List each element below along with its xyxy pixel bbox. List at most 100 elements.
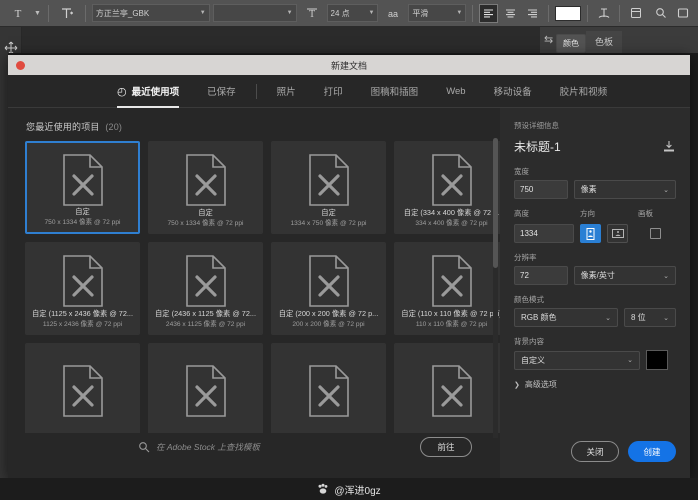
document-tab[interactable] — [22, 27, 540, 53]
chevron-down-icon: ▼ — [368, 10, 375, 16]
recent-item-card[interactable]: 自定 750 x 1334 像素 @ 72 ppi — [25, 141, 140, 234]
recent-grid: 自定 750 x 1334 像素 @ 72 ppi 自定 750 x 1334 像素 … — [8, 141, 500, 433]
background-color-swatch[interactable] — [646, 350, 668, 370]
dialog-tab-6[interactable]: 移动设备 — [480, 75, 546, 108]
dialog-titlebar: 新建文档 — [8, 55, 690, 75]
dialog-tab-0[interactable]: ◴ 最近使用项 — [103, 75, 193, 108]
divider — [548, 4, 550, 22]
photoshop-window: T ▼ 方正兰亭_GBK ▼ ▼ T 24 点 ▼ aa 平滑 ▼ ⇆ 颜色 色… — [0, 0, 698, 500]
font-family-value: 方正兰亭_GBK — [95, 8, 150, 18]
height-input[interactable]: 1334 — [514, 224, 574, 243]
bit-depth-select[interactable]: 8 位 ⌄ — [624, 308, 676, 327]
dialog-tab-1[interactable]: 已保存 — [193, 75, 250, 108]
stock-search-bar: 在 Adobe Stock 上查找模板 前往 — [8, 430, 500, 464]
recent-item-card[interactable] — [394, 343, 500, 433]
new-document-dialog: 新建文档 ◴ 最近使用项 已保存 照片 打印 图稿和插图 Web 移动设备 胶片和视频 您最近使… — [8, 55, 690, 478]
recent-item-card[interactable] — [271, 343, 386, 433]
recent-item-detail: 1125 x 2436 像素 @ 72 ppi — [42, 321, 123, 328]
dialog-title: 新建文档 — [330, 60, 367, 71]
align-left-icon[interactable] — [479, 3, 499, 23]
document-thumb-icon — [60, 252, 106, 309]
align-center-icon[interactable] — [501, 4, 520, 23]
recent-item-card[interactable]: 自定 (110 x 110 像素 @ 72 ppi) 110 x 110 像素 @… — [394, 242, 500, 335]
dialog-tab-label: 胶片和视频 — [559, 87, 608, 98]
recent-item-name: 自定 (2436 x 1125 像素 @ 72... — [155, 309, 256, 318]
dialog-tab-7[interactable]: 胶片和视频 — [546, 75, 622, 108]
background-row: 自定义 ⌄ — [514, 350, 676, 370]
recent-item-card[interactable]: 自定 (334 x 400 像素 @ 72 ... 334 x 400 像素 @ … — [394, 141, 500, 234]
warp-text-icon[interactable] — [594, 4, 613, 23]
options-bar: T ▼ 方正兰亭_GBK ▼ ▼ T 24 点 ▼ aa 平滑 ▼ — [0, 0, 698, 27]
document-thumb-icon — [306, 353, 352, 429]
workspace-icon[interactable] — [673, 4, 692, 23]
clock-icon: ◴ — [117, 85, 127, 98]
recent-item-detail: 1334 x 750 像素 @ 72 ppi — [290, 220, 367, 227]
divider — [587, 4, 589, 22]
recent-item-name: 自定 (110 x 110 像素 @ 72 ppi) — [401, 309, 500, 318]
create-button[interactable]: 创建 — [628, 441, 676, 462]
anti-alias-select[interactable]: 平滑 ▼ — [408, 4, 467, 22]
svg-text:T: T — [308, 9, 314, 19]
stock-search-input[interactable]: 在 Adobe Stock 上查找模板 — [138, 441, 412, 453]
recent-item-card[interactable] — [25, 343, 140, 433]
font-size-value: 24 点 — [330, 8, 350, 18]
anti-alias-icon: aa — [381, 4, 405, 23]
recent-item-card[interactable]: 自定 1334 x 750 像素 @ 72 ppi — [271, 141, 386, 234]
resolution-row: 72 像素/英寸 ⌄ — [514, 266, 676, 285]
recent-item-name: 自定 (1125 x 2436 像素 @ 72... — [32, 309, 133, 318]
dialog-tab-4[interactable]: 图稿和插图 — [357, 75, 433, 108]
width-unit-select[interactable]: 像素 ⌄ — [573, 180, 676, 199]
text-tool-icon[interactable]: T — [6, 4, 30, 23]
dialog-tab-3[interactable]: 打印 — [310, 75, 357, 108]
resolution-unit-select[interactable]: 像素/英寸 ⌄ — [573, 266, 676, 285]
font-size-input[interactable]: 24 点 ▼ — [326, 4, 379, 22]
stock-go-button[interactable]: 前往 — [420, 437, 472, 457]
recent-item-card[interactable]: 自定 750 x 1334 像素 @ 72 ppi — [148, 141, 263, 234]
color-mode-select[interactable]: RGB 颜色 ⌄ — [514, 308, 618, 327]
tool-preset-chevron-icon[interactable]: ▼ — [33, 4, 42, 23]
recent-item-name: 自定 — [198, 208, 213, 217]
align-right-icon[interactable] — [523, 4, 542, 23]
save-preset-icon[interactable] — [662, 140, 676, 153]
recent-item-card[interactable] — [148, 343, 263, 433]
advanced-options-toggle[interactable]: ❯ 高级选项 — [514, 379, 676, 390]
width-input[interactable]: 750 — [514, 180, 568, 199]
panel-tab-0[interactable]: 颜色 — [556, 34, 586, 53]
dialog-tab-5[interactable]: Web — [432, 75, 479, 108]
text-color-swatch[interactable] — [555, 5, 582, 21]
background-select[interactable]: 自定义 ⌄ — [514, 350, 640, 370]
history-back-icon[interactable]: ⇆ — [544, 33, 553, 46]
anti-alias-value: 平滑 — [412, 8, 429, 18]
recent-scrollbar[interactable] — [493, 138, 498, 438]
font-style-select[interactable]: ▼ — [212, 4, 297, 22]
dialog-tab-label: Web — [446, 85, 466, 97]
color-mode-row: RGB 颜色 ⌄ 8 位 ⌄ — [514, 308, 676, 327]
search-icon[interactable] — [651, 4, 670, 23]
orientation-landscape-button[interactable] — [607, 224, 628, 243]
font-family-select[interactable]: 方正兰亭_GBK ▼ — [91, 4, 210, 22]
close-button[interactable]: 关闭 — [571, 441, 619, 462]
chevron-down-icon: ⌄ — [663, 314, 669, 322]
chevron-down-icon: ⌄ — [605, 314, 611, 322]
recent-item-card[interactable]: 自定 (200 x 200 像素 @ 72 p... 200 x 200 像素 @… — [271, 242, 386, 335]
preset-name-input[interactable]: 未标题-1 — [514, 138, 561, 155]
scrollbar-thumb[interactable] — [493, 138, 498, 268]
panel-tab-1[interactable]: 色板 — [586, 31, 623, 53]
background-value: 自定义 — [521, 355, 545, 365]
recent-item-card[interactable]: 自定 (1125 x 2436 像素 @ 72... 1125 x 2436 像素… — [25, 242, 140, 335]
panel-tab-group: 颜色 色板 — [556, 27, 623, 53]
text-orientation-icon[interactable] — [55, 4, 79, 23]
recent-item-detail: 750 x 1334 像素 @ 72 ppi — [44, 219, 121, 226]
width-unit-value: 像素 — [580, 185, 597, 194]
height-labels-row: 高度 方向 画板 — [514, 208, 676, 222]
orientation-portrait-button[interactable] — [580, 224, 601, 243]
recent-item-card[interactable]: 自定 (2436 x 1125 像素 @ 72... 2436 x 1125 像素… — [148, 242, 263, 335]
resolution-input[interactable]: 72 — [514, 266, 568, 285]
recent-item-detail: 110 x 110 像素 @ 72 ppi — [415, 321, 488, 328]
character-panel-icon[interactable] — [626, 4, 645, 23]
dialog-tab-2[interactable]: 照片 — [263, 75, 310, 108]
close-icon[interactable] — [16, 61, 25, 70]
dialog-body: 您最近使用的项目 (20) 自定 750 x 1334 像素 @ 72 ppi 自定… — [8, 108, 690, 478]
recent-item-detail: 334 x 400 像素 @ 72 ppi — [415, 220, 488, 227]
artboard-checkbox[interactable] — [650, 228, 661, 239]
